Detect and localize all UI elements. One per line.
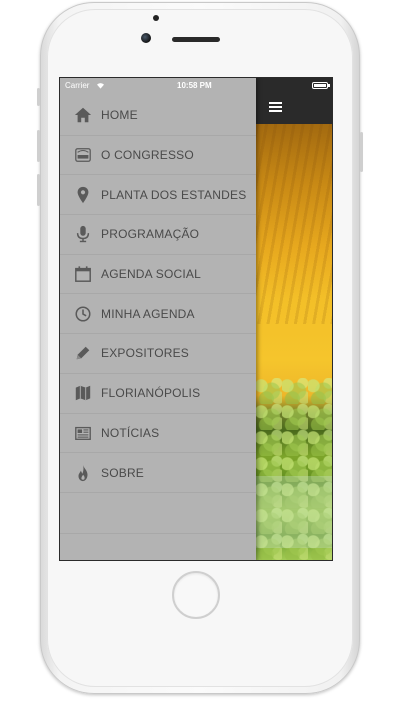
- menu-item-label: O CONGRESSO: [101, 148, 194, 163]
- volume-down-button: [37, 174, 40, 206]
- hero-overlay-panel: [256, 476, 332, 548]
- menu-item-label: MINHA AGENDA: [101, 306, 195, 321]
- menu-item-label: NOTÍCIAS: [101, 425, 160, 440]
- map-pin-icon: [72, 184, 94, 206]
- menu-item-label: HOME: [101, 108, 138, 123]
- calendar-icon: [72, 263, 94, 285]
- menu-item-planta[interactable]: PLANTA DOS ESTANDES: [60, 175, 256, 216]
- menu-item-sobre[interactable]: SOBRE: [60, 453, 256, 493]
- earpiece-speaker: [172, 37, 220, 42]
- microphone-icon: [72, 223, 94, 245]
- drawer-menu: HOME O CONGRESSO PLANTA DOS ESTANDES PRO…: [60, 96, 256, 534]
- clock-icon: [72, 303, 94, 325]
- wifi-icon: [96, 78, 105, 94]
- hero-sky: [256, 124, 332, 324]
- menu-item-expositores[interactable]: EXPOSITORES: [60, 334, 256, 374]
- menu-item-congresso[interactable]: O CONGRESSO: [60, 136, 256, 176]
- power-button: [360, 132, 363, 172]
- proximity-sensor: [153, 15, 159, 21]
- status-time: 10:58 PM: [177, 81, 212, 90]
- volume-up-button: [37, 130, 40, 162]
- menu-item-label: AGENDA SOCIAL: [101, 267, 201, 282]
- menu-item-label: PLANTA DOS ESTANDES: [101, 187, 247, 202]
- front-camera: [141, 33, 151, 43]
- soja-logo-icon: [72, 144, 94, 166]
- pencil-icon: [72, 342, 94, 364]
- home-icon: [72, 104, 94, 126]
- menu-item-florianopolis[interactable]: FLORIANÓPOLIS: [60, 374, 256, 414]
- menu-item-label: FLORIANÓPOLIS: [101, 386, 201, 401]
- menu-item-label: PROGRAMAÇÃO: [101, 227, 200, 242]
- menu-item-programacao[interactable]: PROGRAMAÇÃO: [60, 215, 256, 255]
- side-drawer: HOME O CONGRESSO PLANTA DOS ESTANDES PRO…: [60, 78, 256, 560]
- phone-screen: HOME O CONGRESSO PLANTA DOS ESTANDES PRO…: [59, 77, 333, 561]
- menu-item-minha-agenda[interactable]: MINHA AGENDA: [60, 294, 256, 335]
- flame-icon: [72, 462, 94, 484]
- menu-empty-row: [60, 493, 256, 534]
- menu-item-home[interactable]: HOME: [60, 96, 256, 136]
- menu-item-agenda-social[interactable]: AGENDA SOCIAL: [60, 255, 256, 295]
- mute-switch: [37, 88, 40, 106]
- map-icon: [72, 382, 94, 404]
- home-button[interactable]: [172, 571, 220, 619]
- status-bar: Carrier 10:58 PM: [60, 78, 332, 94]
- carrier-label: Carrier: [65, 81, 90, 90]
- newspaper-icon: [72, 422, 94, 444]
- hamburger-menu-icon[interactable]: [269, 102, 282, 112]
- menu-item-label: SOBRE: [101, 465, 145, 480]
- menu-item-noticias[interactable]: NOTÍCIAS: [60, 414, 256, 454]
- menu-item-label: EXPOSITORES: [101, 346, 190, 361]
